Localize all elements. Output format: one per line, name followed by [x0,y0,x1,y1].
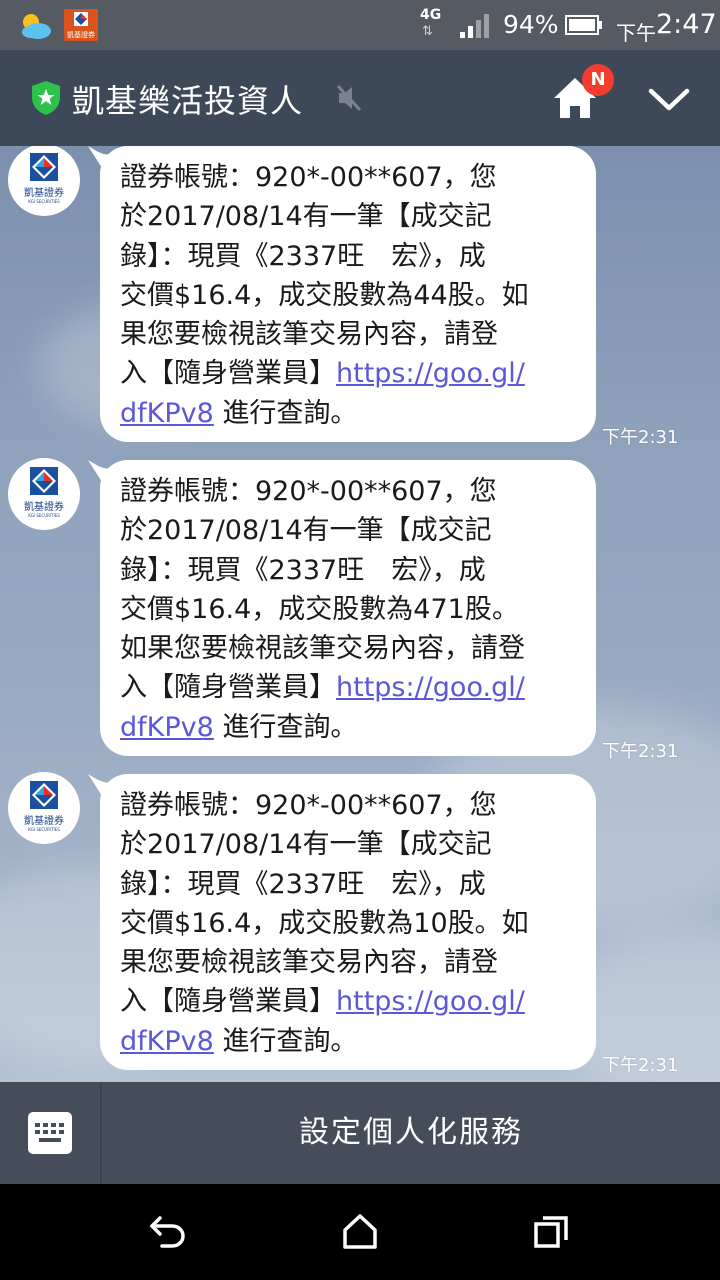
kgi-logo [30,467,58,495]
recents-icon[interactable] [532,1214,570,1250]
message-link[interactable]: dfKPv8 [120,1026,214,1057]
avatar[interactable]: 凱基證券 KGI SECURITIES [8,772,80,844]
message-line: 證券帳號：920*-00**607，您 [120,790,497,821]
avatar-name: 凱基證券 [24,816,64,827]
message-text: 入【隨身營業員】 [120,358,336,390]
home-nav-icon[interactable] [342,1212,378,1250]
chat-area[interactable]: 凱基證券 KGI SECURITIES 證券帳號：920*-00**607，您 … [0,146,720,1082]
chevron-down-icon[interactable] [646,84,692,114]
battery-icon [565,15,602,35]
network-type: 4G [420,7,442,23]
message-time: 下午2:31 [602,427,679,448]
message-bubble[interactable]: 證券帳號：920*-00**607，您 於2017/08/14有一筆【成交記 錄… [100,774,596,1070]
shield-icon [32,81,60,115]
system-nav-bar [0,1184,720,1280]
clock-prefix: 下午 [616,21,656,45]
message-line: 錄】：現買《2337旺 宏》，成 [120,868,486,900]
message-link[interactable]: https://goo.gl/ [336,358,525,389]
message-line: 交價$16.4，成交股數為471股。 [120,593,519,625]
message-bubble[interactable]: 證券帳號：920*-00**607，您 於2017/08/14有一筆【成交記 錄… [100,146,596,442]
message-bubble[interactable]: 證券帳號：920*-00**607，您 於2017/08/14有一筆【成交記 錄… [100,460,596,756]
message-line: 果您要檢視該筆交易內容，請登 [120,319,498,351]
avatar[interactable]: 凱基證券 KGI SECURITIES [8,146,80,216]
message-line: 交價$16.4，成交股數為44股。如 [120,279,529,311]
back-icon[interactable] [148,1214,188,1250]
avatar[interactable]: 凱基證券 KGI SECURITIES [8,458,80,530]
message-time: 下午2:31 [602,741,679,762]
message-line: 於2017/08/14有一筆【成交記 [120,515,492,547]
chat-header: 凱基樂活投資人 N [0,50,720,146]
message-link[interactable]: https://goo.gl/ [336,672,525,703]
message-link[interactable]: https://goo.gl/ [336,986,525,1017]
kgi-notification-icon: 凱基證券 [64,9,98,41]
message-line: 果您要檢視該筆交易內容，請登 [120,947,498,979]
kgi-logo [30,153,58,181]
message-text: 進行查詢。 [213,711,358,743]
message-line: 於2017/08/14有一筆【成交記 [120,829,492,861]
message-text: 進行查詢。 [213,397,358,429]
rich-menu-bar: 設定個人化服務 [0,1082,720,1184]
message-time: 下午2:31 [602,1055,679,1076]
avatar-name: 凱基證券 [24,502,64,513]
kgi-logo [30,781,58,809]
message-text: 進行查詢。 [213,1025,358,1057]
message-line: 證券帳號：920*-00**607，您 [120,476,497,507]
message-line: 交價$16.4，成交股數為10股。如 [120,907,529,939]
message-line: 錄】：現買《2337旺 宏》，成 [120,240,486,272]
avatar-subtitle: KGI SECURITIES [28,199,60,204]
message-line: 如果您要檢視該筆交易內容，請登 [120,633,525,665]
weather-icon [22,14,51,39]
message-link[interactable]: dfKPv8 [120,712,214,743]
message-link[interactable]: dfKPv8 [120,398,214,429]
keyboard-toggle-button[interactable] [0,1082,100,1184]
clock-time: 2:47 [656,9,717,40]
avatar-name: 凱基證券 [24,188,64,199]
message-line: 證券帳號：920*-00**607，您 [120,162,497,193]
message-text: 入【隨身營業員】 [120,986,336,1018]
notification-badge: N [582,64,614,96]
keyboard-icon [28,1112,72,1154]
notification-app-label: 凱基證券 [67,31,95,39]
message-line: 於2017/08/14有一筆【成交記 [120,201,492,233]
signal-icon [460,14,489,38]
avatar-subtitle: KGI SECURITIES [28,513,60,518]
data-activity-icon: ⇅ [422,24,433,39]
personalized-service-button[interactable]: 設定個人化服務 [102,1082,720,1184]
chat-title[interactable]: 凱基樂活投資人 [72,76,303,122]
message-text: 入【隨身營業員】 [120,672,336,704]
message-line: 錄】：現買《2337旺 宏》，成 [120,554,486,586]
battery-percent: 94% [503,10,559,39]
mute-icon [336,84,362,112]
avatar-subtitle: KGI SECURITIES [28,827,60,832]
status-bar: 凱基證券 4G ⇅ 94% 下午 2:47 [0,0,720,50]
